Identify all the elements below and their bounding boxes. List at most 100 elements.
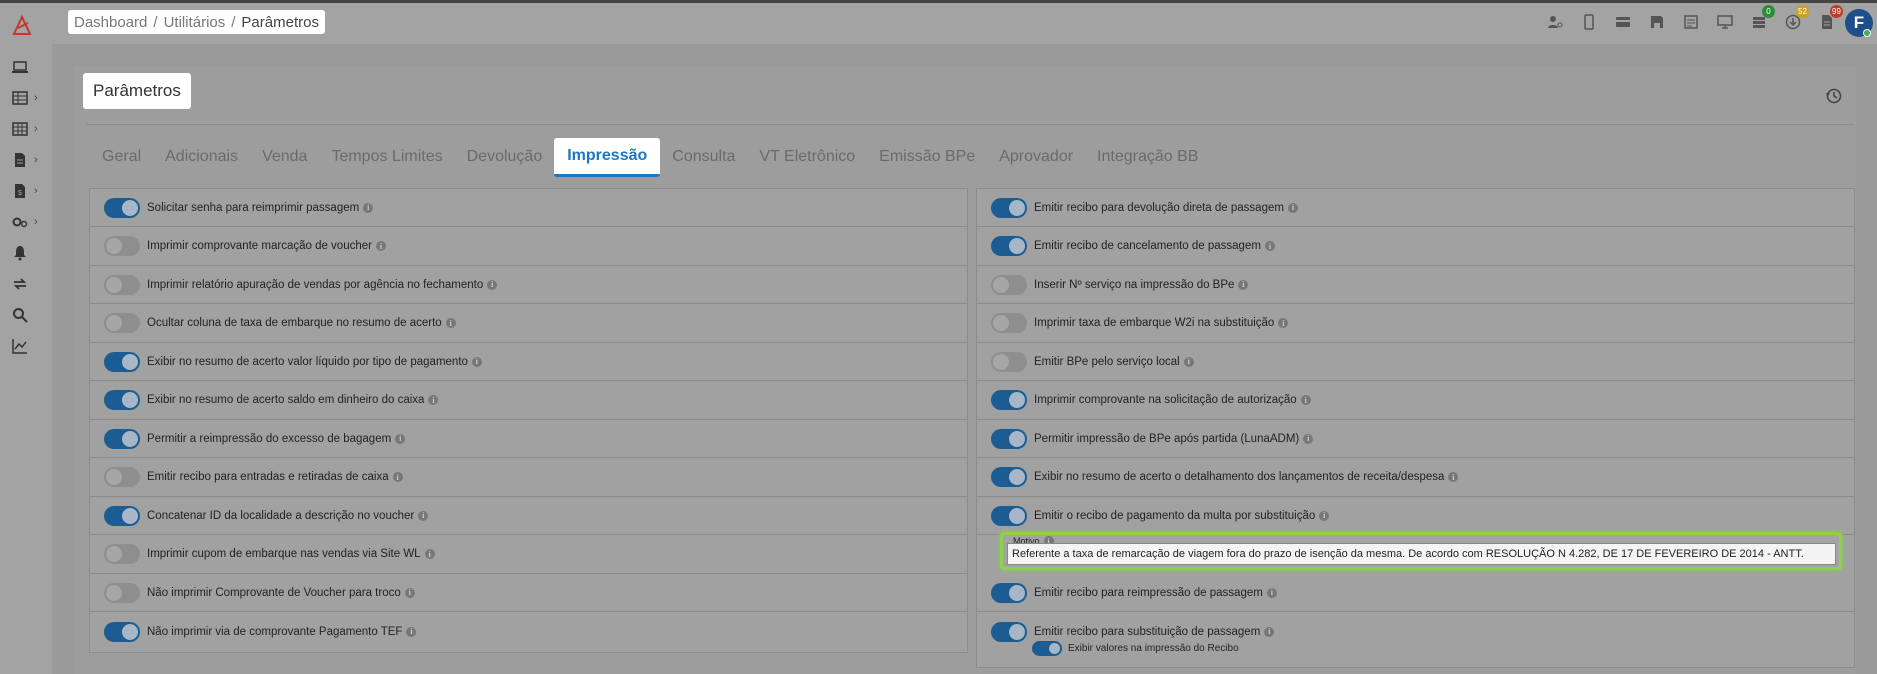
info-icon[interactable]: i: [1183, 356, 1194, 367]
info-icon[interactable]: i: [1287, 202, 1298, 213]
setting-toggle[interactable]: [991, 390, 1027, 410]
tab-aprovador[interactable]: Aprovador: [987, 138, 1085, 177]
sidebar-item-table[interactable]: ›: [12, 88, 44, 108]
sidebar-item-notifications[interactable]: [12, 243, 44, 263]
setting-toggle[interactable]: [991, 351, 1027, 372]
breadcrumb-item[interactable]: Utilitários: [164, 14, 226, 31]
tab-consulta[interactable]: Consulta: [660, 138, 747, 177]
tab-devolução[interactable]: Devolução: [455, 138, 555, 177]
sidebar-item-sync[interactable]: [12, 274, 44, 294]
info-icon[interactable]: i: [1319, 510, 1330, 521]
info-icon[interactable]: i: [392, 472, 403, 482]
user-settings-icon[interactable]: [1545, 12, 1565, 32]
mobile-icon[interactable]: [1579, 12, 1599, 32]
sub-setting-label: Exibir valores na impressão do Recibo: [1068, 643, 1239, 654]
sidebar-item-invoice[interactable]: $ ›: [12, 181, 44, 201]
breadcrumb-item[interactable]: Dashboard: [74, 14, 147, 31]
download-icon[interactable]: 52: [1783, 5, 1809, 32]
sidebar-item-grid[interactable]: ›: [12, 119, 44, 139]
setting-toggle[interactable]: [991, 236, 1027, 256]
setting-toggle[interactable]: [104, 197, 140, 218]
setting-toggle[interactable]: [104, 428, 140, 449]
info-icon[interactable]: i: [424, 549, 435, 559]
setting-label: Emitir o recibo de pagamento da multa po…: [1034, 509, 1316, 522]
sidebar-item-settings[interactable]: ›: [12, 212, 44, 232]
info-icon[interactable]: i: [418, 510, 429, 521]
history-icon[interactable]: [1825, 87, 1843, 105]
page-title: Parâmetros: [83, 73, 191, 109]
info-icon[interactable]: i: [1266, 587, 1277, 598]
sidebar-item-reports[interactable]: [12, 336, 44, 356]
info-icon[interactable]: i: [406, 626, 417, 637]
setting-toggle[interactable]: [104, 505, 140, 526]
motivo-input[interactable]: Referente a taxa de remarcação de viagem…: [1007, 543, 1836, 565]
svg-text:$: $: [18, 190, 22, 197]
queue-icon[interactable]: 0: [1749, 5, 1775, 32]
settings-panel-right: Emitir recibo para devolução direta de p…: [976, 188, 1855, 668]
setting-toggle[interactable]: [991, 467, 1027, 487]
setting-row: Imprimir taxa de embarque W2i na substit…: [977, 305, 1854, 343]
monitor-icon[interactable]: [1715, 12, 1735, 32]
setting-toggle[interactable]: [104, 544, 140, 564]
setting-toggle[interactable]: [991, 428, 1027, 449]
info-icon[interactable]: i: [375, 241, 386, 251]
tab-vt-eletrônico[interactable]: VT Eletrônico: [747, 138, 867, 177]
setting-toggle[interactable]: [104, 390, 140, 410]
tab-tempos-limites[interactable]: Tempos Limites: [319, 138, 454, 177]
info-icon[interactable]: i: [1300, 395, 1311, 405]
setting-toggle[interactable]: [104, 351, 140, 372]
setting-toggle[interactable]: [991, 621, 1027, 642]
setting-toggle[interactable]: [991, 274, 1027, 295]
setting-toggle[interactable]: [104, 236, 140, 256]
setting-row: Imprimir cupom de embarque nas vendas vi…: [90, 536, 967, 574]
info-icon[interactable]: i: [1238, 279, 1249, 290]
setting-toggle[interactable]: [104, 313, 140, 333]
info-icon[interactable]: i: [1278, 318, 1289, 328]
setting-toggle[interactable]: [991, 505, 1027, 526]
document-icon[interactable]: 99: [1817, 5, 1843, 32]
setting-row: Emitir BPe pelo serviço local i: [977, 343, 1854, 381]
setting-toggle[interactable]: [991, 197, 1027, 218]
sidebar-item-document[interactable]: ›: [12, 150, 44, 170]
info-icon[interactable]: i: [471, 356, 482, 367]
info-icon[interactable]: i: [1264, 626, 1275, 637]
settings-panel-left: Solicitar senha para reimprimir passagem…: [89, 188, 968, 653]
notification-badge: 0: [1762, 5, 1775, 18]
app-logo-icon[interactable]: [10, 14, 34, 38]
sub-setting-toggle[interactable]: [1032, 641, 1062, 656]
tab-impressão[interactable]: Impressão: [554, 138, 661, 177]
setting-toggle[interactable]: [104, 467, 140, 487]
receipt-list-icon[interactable]: [1681, 12, 1701, 32]
sidebar-item-search[interactable]: [12, 305, 44, 325]
setting-label: Exibir no resumo de acerto valor líquido…: [147, 355, 468, 368]
setting-toggle[interactable]: [104, 582, 140, 603]
setting-toggle[interactable]: [991, 582, 1027, 603]
save-icon[interactable]: [1647, 12, 1667, 32]
avatar[interactable]: F: [1845, 9, 1873, 37]
tab-integração-bb[interactable]: Integração BB: [1085, 138, 1210, 177]
tab-venda[interactable]: Venda: [250, 138, 319, 177]
document-icon: [15, 153, 25, 167]
sidebar-item-laptop[interactable]: [12, 57, 44, 77]
setting-toggle[interactable]: [104, 621, 140, 642]
info-icon[interactable]: i: [487, 279, 498, 290]
info-icon[interactable]: i: [404, 587, 415, 598]
setting-toggle[interactable]: [991, 313, 1027, 333]
info-icon[interactable]: i: [1264, 241, 1275, 251]
info-icon[interactable]: i: [395, 433, 406, 444]
tab-emissão-bpe[interactable]: Emissão BPe: [867, 138, 987, 177]
info-icon[interactable]: i: [428, 395, 439, 405]
chevron-right-icon: ›: [34, 92, 38, 104]
setting-label: Emitir recibo para devolução direta de p…: [1034, 201, 1284, 214]
setting-label: Imprimir comprovante marcação de voucher: [147, 240, 372, 252]
info-icon[interactable]: i: [1448, 472, 1459, 482]
info-icon[interactable]: i: [1303, 433, 1314, 444]
tab-geral[interactable]: Geral: [90, 138, 153, 177]
chevron-right-icon: ›: [34, 154, 38, 166]
info-icon[interactable]: i: [363, 202, 374, 213]
tab-adicionais[interactable]: Adicionais: [153, 138, 250, 177]
info-icon[interactable]: i: [445, 318, 456, 328]
card-icon[interactable]: [1613, 12, 1633, 32]
setting-label: Inserir Nº serviço na impressão do BPe: [1034, 278, 1235, 291]
setting-toggle[interactable]: [104, 274, 140, 295]
